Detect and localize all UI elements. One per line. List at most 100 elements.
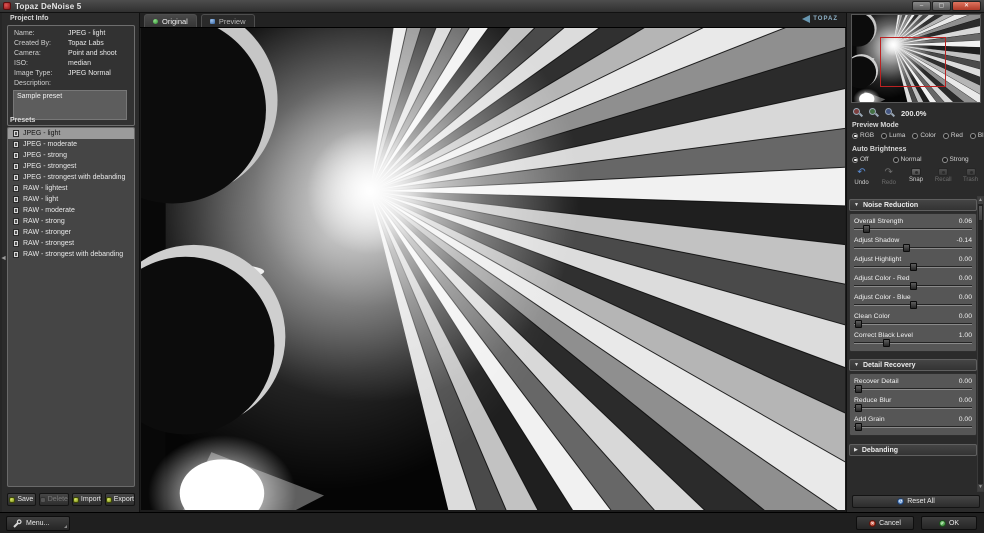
undo-button[interactable]: ↶Undo (849, 168, 874, 192)
scrollbar-thumb[interactable] (978, 205, 983, 221)
radio-red[interactable]: Red (943, 132, 963, 139)
slider-thumb[interactable] (883, 339, 890, 347)
tab-original[interactable]: Original (144, 14, 197, 27)
preset-item[interactable]: RAW - strong (8, 216, 134, 227)
ok-button[interactable]: ✓ OK (921, 516, 977, 530)
cancel-button[interactable]: ✕ Cancel (856, 516, 914, 530)
wrench-icon (12, 519, 22, 529)
slider-track[interactable] (854, 247, 972, 249)
scroll-down-arrow[interactable]: ▼ (978, 484, 983, 491)
preset-item[interactable]: JPEG - strongest (8, 161, 134, 172)
preset-item[interactable]: RAW - moderate (8, 205, 134, 216)
zoom-out-icon[interactable] (853, 108, 864, 119)
trash-button[interactable]: Trash (958, 168, 983, 192)
slider-track[interactable] (854, 285, 972, 287)
collapse-left-panel-arrow[interactable]: ◄ (0, 255, 7, 262)
topaz-logo: TOPAZ (802, 15, 838, 23)
description-field[interactable]: Sample preset (13, 90, 127, 120)
slider-track[interactable] (854, 407, 972, 409)
reset-all-button[interactable]: ↺ Reset All (852, 495, 980, 508)
slider-track[interactable] (854, 228, 972, 230)
zoom-in-icon[interactable] (885, 108, 896, 119)
preset-item[interactable]: JPEG - moderate (8, 139, 134, 150)
preset-item[interactable]: RAW - strongest with debanding (8, 249, 134, 260)
slider-thumb[interactable] (855, 404, 862, 412)
radio-rgb[interactable]: RGB (852, 132, 874, 139)
recall-icon (938, 168, 948, 176)
preset-item[interactable]: JPEG - light (8, 128, 134, 139)
presets-list: JPEG - light JPEG - moderate JPEG - stro… (7, 127, 135, 487)
radio-normal[interactable]: Normal (893, 156, 922, 163)
reset-all-icon: ↺ (897, 498, 904, 505)
field-name: Name:JPEG - light (14, 30, 35, 37)
slider-thumb[interactable] (855, 385, 862, 393)
slider-correct-black-level: Correct Black Level1.00 (854, 331, 972, 350)
app-icon (3, 2, 11, 10)
zoom-fit-icon[interactable] (869, 108, 880, 119)
snap-button[interactable]: Snap (904, 168, 929, 192)
preset-file-icon (13, 130, 19, 137)
slider-track[interactable] (854, 342, 972, 344)
detail-recovery-header[interactable]: ▼ Detail Recovery (849, 359, 977, 371)
slider-add-grain: Add Grain0.00 (854, 415, 972, 434)
close-button[interactable]: ✕ (952, 1, 981, 11)
preset-item[interactable]: JPEG - strong (8, 150, 134, 161)
import-preset-button[interactable]: Import (72, 493, 102, 506)
menu-button[interactable]: Menu... (6, 516, 70, 531)
maximize-button[interactable]: ▢ (932, 1, 951, 11)
export-icon (106, 497, 112, 503)
radio-luma[interactable]: Luma (881, 132, 905, 139)
title-bar[interactable]: Topaz DeNoise 5 ‒ ▢ ✕ (0, 0, 984, 13)
tab-preview[interactable]: Preview (201, 14, 255, 27)
project-info-box: Name:JPEG - light Created By:Topaz Labs … (7, 25, 135, 126)
snap-icon (911, 168, 921, 176)
delete-preset-button[interactable]: Delete (39, 493, 69, 506)
project-info-title: Project Info (10, 15, 49, 22)
history-toolbar: ↶Undo ↷Redo Snap Recall Trash (849, 168, 983, 192)
save-icon (9, 497, 15, 503)
ok-icon: ✓ (939, 520, 946, 527)
slider-thumb[interactable] (910, 263, 917, 271)
slider-track[interactable] (854, 388, 972, 390)
zoom-percent: 200.0% (901, 109, 926, 118)
slider-track[interactable] (854, 266, 972, 268)
export-preset-button[interactable]: Export (105, 493, 135, 506)
preset-item[interactable]: RAW - strongest (8, 238, 134, 249)
scroll-up-arrow[interactable]: ▲ (978, 197, 983, 204)
view-tabstrip: Original Preview TOPAZ (140, 13, 846, 28)
preset-file-icon (13, 185, 19, 192)
navigator-viewport-rect[interactable] (880, 37, 946, 87)
slider-thumb[interactable] (855, 320, 862, 328)
save-preset-button[interactable]: Save (7, 493, 36, 506)
preset-item[interactable]: RAW - stronger (8, 227, 134, 238)
settings-scrollbar[interactable]: ▲ ▼ (977, 196, 984, 492)
slider-thumb[interactable] (910, 282, 917, 290)
navigator-thumbnail[interactable] (851, 14, 981, 103)
slider-track[interactable] (854, 426, 972, 428)
minimize-button[interactable]: ‒ (912, 1, 931, 11)
building-photo (141, 28, 845, 510)
redo-button[interactable]: ↷Redo (876, 168, 901, 192)
preset-item[interactable]: RAW - lightest (8, 183, 134, 194)
radio-off[interactable]: Off (852, 156, 869, 163)
triangle-down-icon: ▼ (854, 362, 859, 368)
radio-blue[interactable]: Blue (970, 132, 984, 139)
delete-icon (40, 497, 46, 503)
radio-strong[interactable]: Strong (942, 156, 969, 163)
preset-file-icon (13, 196, 19, 203)
field-iso: ISO:median (14, 60, 28, 67)
debanding-header[interactable]: ▶ Debanding (849, 444, 977, 456)
slider-recover-detail: Recover Detail0.00 (854, 377, 972, 396)
slider-track[interactable] (854, 304, 972, 306)
preset-item[interactable]: RAW - light (8, 194, 134, 205)
noise-reduction-header[interactable]: ▼ Noise Reduction (849, 199, 977, 211)
slider-thumb[interactable] (855, 423, 862, 431)
radio-color[interactable]: Color (912, 132, 936, 139)
slider-thumb[interactable] (910, 301, 917, 309)
recall-button[interactable]: Recall (931, 168, 956, 192)
slider-track[interactable] (854, 323, 972, 325)
image-viewport[interactable] (141, 28, 845, 510)
preset-item[interactable]: JPEG - strongest with debanding (8, 172, 134, 183)
slider-thumb[interactable] (863, 225, 870, 233)
slider-thumb[interactable] (903, 244, 910, 252)
